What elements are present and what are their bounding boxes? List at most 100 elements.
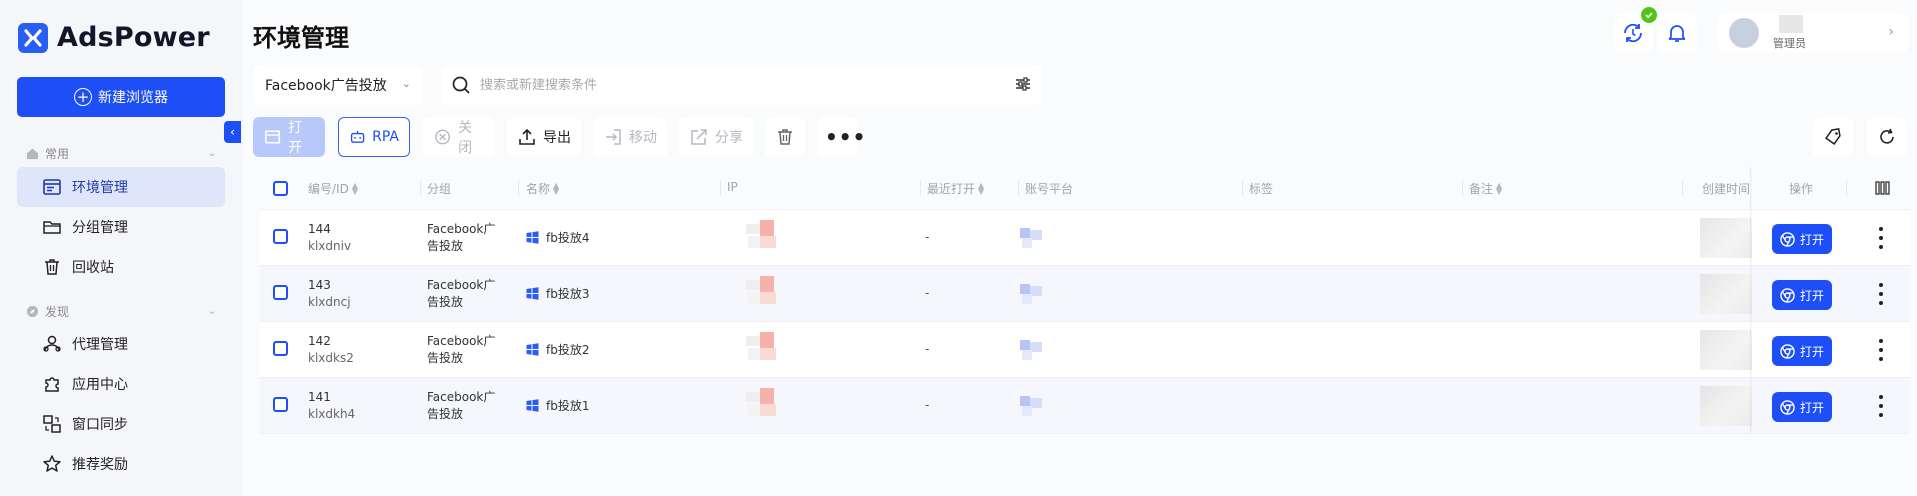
profile-number: 141 [308,390,331,404]
row-checkbox[interactable] [273,229,288,244]
filter-settings-icon[interactable] [1014,75,1032,93]
row-open-button[interactable]: 打开 [1772,280,1832,310]
trash-icon [45,259,59,275]
app-logo[interactable]: AdsPower [18,22,210,53]
more-vertical-icon [1879,291,1883,296]
row-more-button[interactable] [1873,393,1889,419]
search-input[interactable] [480,77,1000,93]
open-button[interactable]: 打开 [253,117,325,157]
sidebar: AdsPower + 新建浏览器 ‹ 常用 ⌄ 环境管理 分组管理 回收站 发现… [0,0,243,496]
user-menu[interactable]: 管理员 › [1717,13,1908,53]
compass-icon [26,305,39,318]
profile-name-cell[interactable]: fb投放1 [526,397,589,414]
sticky-column-shadow [1750,167,1752,209]
profile-name: fb投放4 [546,231,590,245]
row-more-button[interactable] [1873,225,1889,251]
adspower-logo-icon [18,22,48,53]
sidebar-item-label: 分组管理 [72,220,128,236]
browser-window-icon [43,179,61,195]
column-divider[interactable] [1242,180,1243,196]
section-discover-label: 发现 [45,305,70,319]
row-checkbox[interactable] [273,285,288,300]
sidebar-item-environment[interactable]: 环境管理 [17,167,225,207]
new-browser-button[interactable]: + 新建浏览器 [17,77,225,117]
profile-uid: klxdniv [308,239,352,253]
col-last-open-label: 最近打开 [927,182,976,196]
row-open-button[interactable]: 打开 [1772,224,1832,254]
delete-button[interactable] [765,117,805,157]
sort-icon: ▲ ▼ [351,180,358,196]
table-row[interactable]: 143 klxdncj Facebook广告投放 fb投放3 - 打开 [260,266,1910,322]
col-last-open[interactable]: 最近打开 ▲ ▼ [927,180,984,197]
col-ip: IP [727,180,738,194]
home-icon [26,148,39,160]
row-checkbox[interactable] [273,341,288,356]
col-id[interactable]: 编号/ID ▲ ▼ [308,180,358,197]
sidebar-item-groups[interactable]: 分组管理 [17,207,225,247]
col-created[interactable]: 创建时间 [1702,180,1750,197]
column-divider[interactable] [1018,180,1019,196]
column-divider[interactable] [920,180,921,196]
created-time-redacted [1700,218,1752,258]
col-notes[interactable]: 备注 ▲ ▼ [1469,180,1502,197]
table-row[interactable]: 142 klxdks2 Facebook广告投放 fb投放2 - 打开 [260,322,1910,378]
col-name-label: 名称 [526,182,551,196]
profile-name: fb投放2 [546,343,590,357]
close-button[interactable]: 关闭 [423,117,495,157]
profile-name-cell[interactable]: fb投放4 [526,229,589,246]
last-open-value: - [925,398,930,412]
sidebar-item-referral[interactable]: 推荐奖励 [17,444,225,484]
page-title: 环境管理 [253,24,349,52]
group-filter-value: Facebook广告投放 [265,78,387,94]
sidebar-item-app-center[interactable]: 应用中心 [17,364,225,404]
profile-id-cell: 143 klxdncj [308,277,351,311]
export-button[interactable]: 导出 [507,117,581,157]
column-settings-icon[interactable] [1875,181,1890,195]
sync-icon [1624,23,1642,43]
share-button[interactable]: 分享 [679,117,753,157]
notifications-button[interactable] [1657,13,1697,53]
sidebar-item-proxy[interactable]: 代理管理 [17,324,225,364]
col-name[interactable]: 名称 ▲ ▼ [526,180,559,197]
refresh-button[interactable] [1867,117,1907,157]
table-body: 144 klxdniv Facebook广告投放 fb投放4 - 打开 143 … [260,210,1910,434]
table-row[interactable]: 141 klxdkh4 Facebook广告投放 fb投放1 - 打开 [260,378,1910,434]
chevron-right-icon: › [1888,24,1894,40]
last-open-value: - [925,342,930,356]
folder-icon [43,221,61,234]
move-button[interactable]: 移动 [593,117,667,157]
profile-name: fb投放3 [546,287,590,301]
column-divider[interactable] [518,180,519,196]
column-divider[interactable] [1462,180,1463,196]
column-divider[interactable] [720,180,721,196]
move-icon [606,129,621,145]
profile-name-cell[interactable]: fb投放2 [526,341,589,358]
search-icon [452,76,470,94]
sticky-column-shadow [1750,378,1752,433]
section-common[interactable]: 常用 ⌄ [26,145,216,162]
profile-name-cell[interactable]: fb投放3 [526,285,589,302]
col-id-label: 编号/ID [308,182,349,196]
collapse-sidebar-button[interactable]: ‹ [224,121,241,143]
sidebar-item-recycle-bin[interactable]: 回收站 [17,247,225,287]
row-open-button[interactable]: 打开 [1772,392,1832,422]
row-checkbox[interactable] [273,397,288,412]
more-actions-button[interactable]: ••• [817,117,865,157]
sidebar-item-window-sync[interactable]: 窗口同步 [17,404,225,444]
row-more-button[interactable] [1873,337,1889,363]
table-row[interactable]: 144 klxdniv Facebook广告投放 fb投放4 - 打开 [260,210,1910,266]
col-actions: 操作 [1789,180,1813,197]
user-name-redacted [1779,15,1803,33]
tags-button[interactable] [1813,117,1853,157]
column-divider[interactable] [420,180,421,196]
row-open-button[interactable]: 打开 [1772,336,1832,366]
section-discover[interactable]: 发现 ⌄ [26,303,216,320]
check-badge-icon [1641,7,1657,23]
sync-status-button[interactable] [1613,7,1657,53]
rpa-button[interactable]: RPA [338,117,410,157]
row-more-button[interactable] [1873,281,1889,307]
group-filter-select[interactable]: Facebook广告投放 ⌄ [253,65,423,105]
profile-uid: klxdks2 [308,351,354,365]
column-divider[interactable] [1682,180,1683,196]
select-all-checkbox[interactable] [273,181,288,196]
